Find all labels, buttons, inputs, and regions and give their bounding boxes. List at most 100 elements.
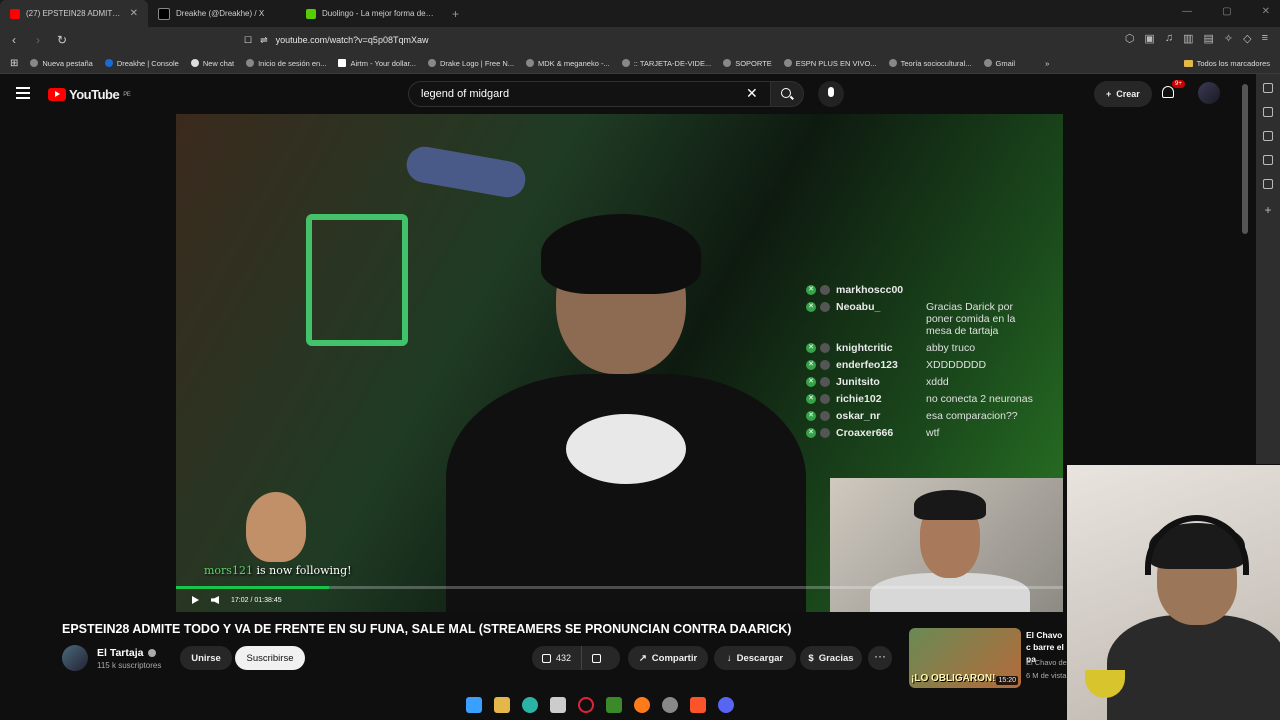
minecraft-icon[interactable]: [606, 697, 622, 713]
back-icon[interactable]: ‹: [4, 33, 24, 47]
subscribe-button[interactable]: Suscribirse: [235, 646, 305, 670]
recommendation-thumbnail[interactable]: ¡LO OBLIGARON! 15:20: [909, 628, 1021, 688]
bookmark-item[interactable]: New chat: [190, 59, 234, 68]
bookmark-item[interactable]: Airtm - Your dollar...: [338, 59, 416, 68]
tab-x[interactable]: Dreakhe (@Dreakhe) / X: [148, 0, 296, 27]
screenshot-icon[interactable]: ▣: [1144, 32, 1154, 45]
sidebar-tabs-icon[interactable]: [1263, 131, 1273, 141]
app-icon[interactable]: [662, 697, 678, 713]
bookmark-label: MDK & meganeko -...: [538, 58, 610, 68]
bookmark-item[interactable]: Nueva pestaña: [30, 59, 93, 68]
share-button[interactable]: ↗ Compartir: [628, 646, 708, 670]
tab-duolingo[interactable]: Duolingo - La mejor forma de aprender: [296, 0, 444, 27]
edge-icon[interactable]: [522, 697, 538, 713]
windows-start-icon[interactable]: [466, 697, 482, 713]
site-info-icon[interactable]: ⇌: [260, 35, 268, 46]
thanks-button[interactable]: $ Gracias: [800, 646, 862, 670]
user-icon: [820, 411, 830, 421]
new-tab-icon[interactable]: +: [444, 7, 467, 21]
all-bookmarks[interactable]: Todos los marcadores: [1183, 59, 1270, 68]
close-window-icon[interactable]: ✕: [1262, 6, 1270, 17]
opera-icon[interactable]: [578, 697, 594, 713]
channel-name[interactable]: El Tartaja: [97, 647, 156, 659]
bookmark-item[interactable]: Teoría sociocultural...: [888, 59, 972, 68]
bookmark-item[interactable]: Dreakhe | Console: [104, 58, 179, 68]
globe-icon: [783, 59, 792, 67]
url-field[interactable]: ☐ ⇌ youtube.com/watch?v=q5p08TqmXaw: [244, 30, 996, 50]
chat-text: XDDDDDDD: [926, 359, 987, 371]
recommendation-channel[interactable]: El Chavo de: [1026, 658, 1068, 667]
sidebar-reading-list-icon[interactable]: [1263, 179, 1273, 189]
globe-icon: [888, 59, 897, 67]
download-button[interactable]: ↓ Descargar: [714, 646, 796, 670]
bookmark-item[interactable]: Inicio de sesión en...: [246, 59, 326, 68]
music-icon[interactable]: ♫: [1165, 32, 1173, 45]
user-icon: [820, 428, 830, 438]
bookmark-item[interactable]: Drake Logo | Free N...: [427, 59, 514, 68]
chat-username: oskar_nr: [836, 410, 881, 422]
create-button[interactable]: + Crear: [1094, 81, 1152, 107]
reload-icon[interactable]: ↻: [52, 33, 72, 47]
bookmark-star-icon[interactable]: ☐: [244, 35, 252, 46]
dislike-button[interactable]: [582, 653, 611, 663]
sidebar-add-icon[interactable]: +: [1256, 203, 1280, 217]
streamer: [406, 194, 826, 612]
search-button[interactable]: [770, 81, 804, 107]
firefox-icon[interactable]: [634, 697, 650, 713]
bookmark-item[interactable]: SOPORTE: [723, 59, 772, 68]
bookmark-label: Dreakhe | Console: [116, 58, 179, 68]
close-tab-icon[interactable]: ✕: [130, 8, 138, 19]
minimize-icon[interactable]: —: [1182, 6, 1192, 17]
ai-icon[interactable]: ✧: [1224, 32, 1233, 45]
file-explorer-icon[interactable]: [494, 697, 510, 713]
recommendation-views: 6 M de vista: [1026, 671, 1067, 680]
sidebar-ai-icon[interactable]: [1263, 83, 1273, 93]
search-input[interactable]: legend of midgard: [408, 81, 770, 107]
volume-icon[interactable]: [211, 596, 219, 604]
notifications-icon[interactable]: [1162, 86, 1174, 98]
sidebar-icon[interactable]: ▥: [1183, 32, 1193, 45]
play-icon[interactable]: [192, 596, 199, 604]
chat-username: Neoabu_: [836, 301, 881, 313]
sidebar-bookmarks-icon[interactable]: [1263, 155, 1273, 165]
youtube-logo[interactable]: YouTube PE: [48, 87, 131, 102]
extensions-icon[interactable]: ⬡: [1125, 32, 1135, 45]
account-avatar[interactable]: [1198, 82, 1220, 104]
folder-icon: [1183, 59, 1193, 67]
chat-username: richie102: [836, 393, 882, 405]
subscriber-count: 115 k suscriptores: [97, 661, 162, 670]
forward-icon[interactable]: ›: [28, 33, 48, 47]
url-text: youtube.com/watch?v=q5p08TqmXaw: [275, 35, 429, 45]
hamburger-menu-icon[interactable]: [16, 87, 30, 102]
browser-sidebar: +: [1256, 74, 1280, 464]
more-actions-button[interactable]: ···: [868, 646, 892, 670]
bookmark-item[interactable]: :: TARJETA-DE-VIDE...: [621, 59, 711, 68]
like-button[interactable]: 432: [532, 646, 583, 670]
brave-icon[interactable]: [690, 697, 706, 713]
wallet-icon[interactable]: ▤: [1203, 32, 1213, 45]
discord-icon[interactable]: [718, 697, 734, 713]
store-icon[interactable]: [550, 697, 566, 713]
mod-badge-icon: ✕: [806, 360, 816, 370]
join-button[interactable]: Unirse: [180, 646, 232, 670]
menu-icon[interactable]: ≡: [1262, 32, 1268, 45]
sidebar-wallet-icon[interactable]: [1263, 107, 1273, 117]
channel-avatar[interactable]: [62, 645, 88, 671]
tab-youtube[interactable]: (27) EPSTEIN28 ADMITE TODO ✕: [0, 0, 148, 27]
page-scrollbar[interactable]: [1242, 84, 1248, 234]
voice-search-icon[interactable]: [818, 81, 844, 107]
clear-search-icon[interactable]: ✕: [746, 85, 758, 102]
bookmark-item[interactable]: Gmail: [983, 59, 1015, 68]
bookmark-item[interactable]: MDK & meganeko -...: [526, 59, 610, 68]
tab-title: (27) EPSTEIN28 ADMITE TODO: [26, 9, 124, 18]
progress-bar[interactable]: [176, 586, 1063, 589]
chat-username: knightcritic: [836, 342, 893, 354]
vpn-icon[interactable]: ◇: [1243, 32, 1251, 45]
microphone-prop: [403, 143, 529, 201]
headset-icon: [1145, 515, 1249, 575]
bookmark-item[interactable]: ESPN PLUS EN VIVO...: [783, 59, 877, 68]
bookmarks-overflow-icon[interactable]: »: [1045, 59, 1049, 68]
video-player[interactable]: ✕ markhoscc00 ✕ Neoabu_ Gracias Darick por …: [176, 114, 1063, 612]
maximize-icon[interactable]: ▢: [1222, 6, 1231, 17]
apps-icon[interactable]: ⊞: [10, 58, 18, 69]
